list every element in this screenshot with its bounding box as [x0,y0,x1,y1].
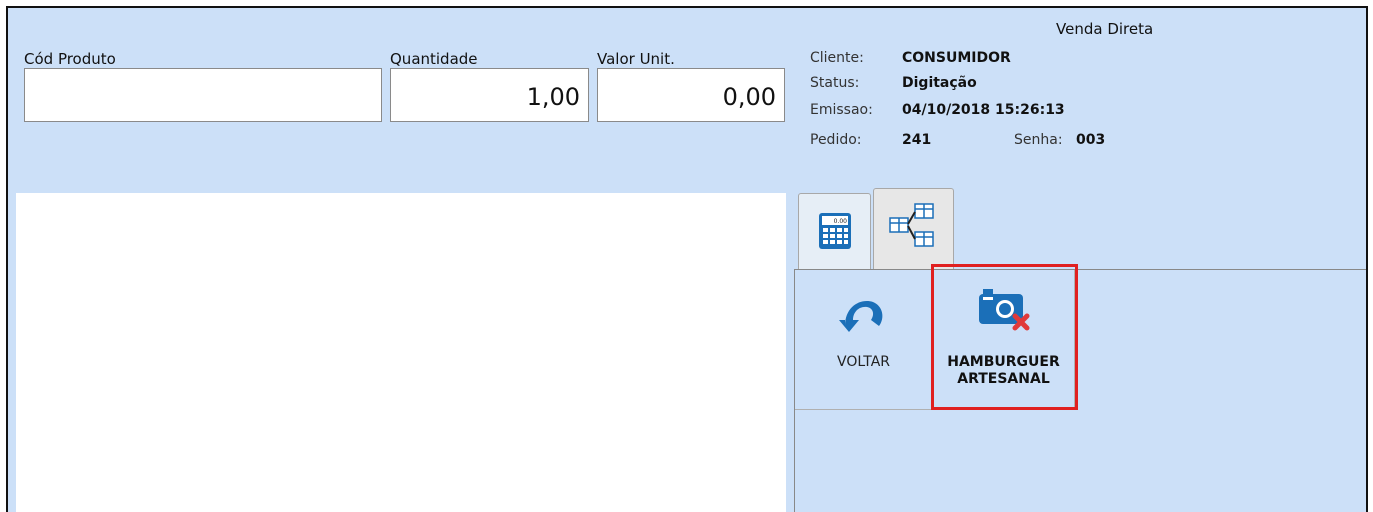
valor-unit-input[interactable]: 0,00 [597,68,785,122]
pedido-value: 241 [902,132,932,148]
quantidade-input[interactable]: 1,00 [390,68,589,122]
calculator-icon: 0.00 [819,213,851,249]
cod-produto-label: Cód Produto [24,50,116,68]
emissao-label: Emissao: [810,102,873,118]
selection-highlight [931,264,1078,410]
pedido-label: Pedido: [810,132,862,148]
senha-label: Senha: [1014,132,1063,148]
table-tree-icon [889,203,934,247]
window-title: Venda Direta [1056,20,1154,38]
venda-direta-window: Venda Direta Cód Produto Quantidade Valo… [6,6,1368,512]
status-value: Digitação [902,75,977,91]
cod-produto-input[interactable] [24,68,382,122]
undo-arrow-icon [839,301,883,332]
tab-calculator[interactable]: 0.00 [798,193,871,271]
cliente-value: CONSUMIDOR [902,50,1011,66]
svg-text:0.00: 0.00 [834,218,848,225]
tab-table-tree[interactable] [873,188,954,271]
voltar-button[interactable]: VOLTAR [795,270,933,410]
quantidade-label: Quantidade [390,50,478,68]
voltar-label: VOLTAR [837,354,890,370]
status-label: Status: [810,75,860,91]
valor-unit-label: Valor Unit. [597,50,675,68]
cliente-label: Cliente: [810,50,864,66]
items-list[interactable] [16,193,786,512]
senha-value: 003 [1076,132,1106,148]
emissao-value: 04/10/2018 15:26:13 [902,102,1065,118]
